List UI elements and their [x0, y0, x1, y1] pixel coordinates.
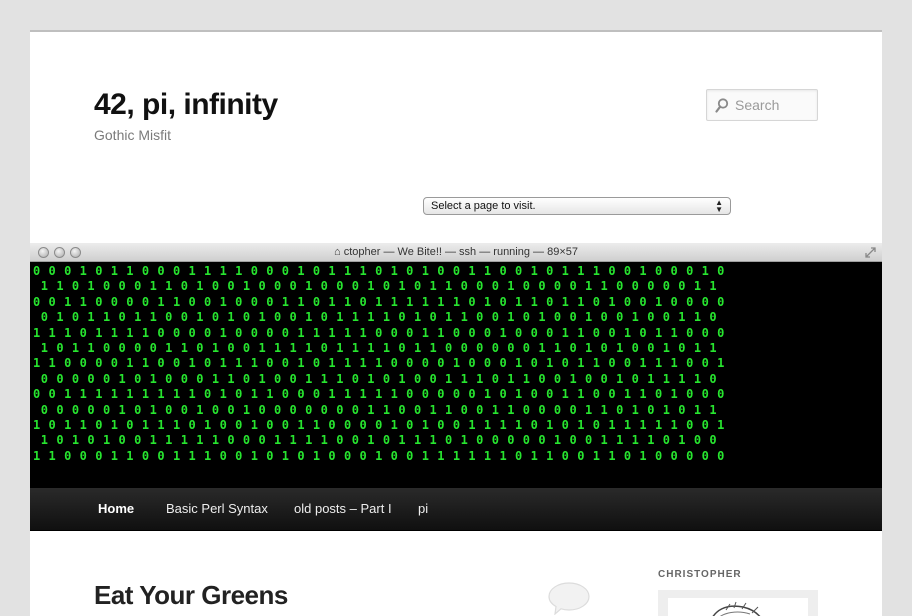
binary-row: 0 0 1 1 0 0 0 0 1 1 0 0 1 0 0 0 1 1 0 1 …	[33, 294, 725, 309]
comment-bubble-icon[interactable]	[547, 581, 591, 615]
select-arrows-icon: ▲ ▼	[715, 198, 723, 214]
binary-row: 0 0 0 0 0 1 0 1 0 0 1 0 0 1 0 0 0 0 0 0 …	[33, 402, 718, 417]
binary-row: 1 1 0 0 0 0 1 1 0 0 1 0 1 1 1 0 0 1 0 1 …	[33, 356, 725, 371]
home-icon: ⌂	[334, 246, 341, 258]
site-title[interactable]: 42, pi, infinity	[94, 88, 278, 122]
binary-row: 1 0 1 1 0 0 0 0 1 1 0 1 0 0 1 1 1 1 0 1 …	[33, 340, 718, 355]
binary-row: 0 0 0 1 0 1 1 0 0 0 1 1 1 1 0 0 0 1 0 1 …	[33, 264, 725, 278]
search-input[interactable]	[735, 96, 813, 114]
header-image[interactable]: ⌂ ctopher — We Bite!! — ssh — running — …	[30, 243, 882, 488]
search-box[interactable]	[706, 89, 818, 121]
binary-row: 0 0 1 1 1 1 1 1 1 1 1 0 1 0 1 1 0 0 0 1 …	[33, 387, 725, 402]
terminal-title: ⌂ ctopher — We Bite!! — ssh — running — …	[30, 246, 882, 258]
sidebar-heading: CHRISTOPHER	[658, 569, 742, 580]
nav-item-basic-perl-syntax[interactable]: Basic Perl Syntax	[166, 501, 268, 516]
nav-item-old-posts[interactable]: old posts – Part I	[294, 501, 392, 516]
site-description: Gothic Misfit	[94, 127, 172, 143]
binary-row: 0 1 0 1 1 0 1 1 0 0 1 0 1 0 1 0 0 1 0 1 …	[33, 310, 718, 325]
binary-row: 0 0 0 0 0 1 0 1 0 0 0 1 1 0 1 0 0 1 1 1 …	[33, 371, 718, 386]
main-navigation: Home Basic Perl Syntax old posts – Part …	[30, 488, 882, 531]
terminal-titlebar: ⌂ ctopher — We Bite!! — ssh — running — …	[30, 243, 882, 262]
search-icon	[715, 98, 729, 113]
sidebar-photo	[658, 590, 818, 616]
page-select-value: Select a page to visit.	[431, 200, 536, 212]
binary-text: 0 0 0 1 0 1 1 0 0 0 1 1 1 1 0 0 0 1 0 1 …	[33, 264, 879, 464]
post-title[interactable]: Eat Your Greens	[94, 580, 288, 611]
sidebar-photo-image	[668, 598, 808, 616]
page: 42, pi, infinity Gothic Misfit Select a …	[30, 30, 882, 616]
sketch-icon	[712, 601, 761, 616]
nav-item-pi[interactable]: pi	[418, 501, 428, 516]
terminal-title-text: ctopher — We Bite!! — ssh — running — 89…	[343, 246, 578, 258]
binary-row: 1 1 0 1 0 0 0 1 1 0 1 0 0 1 0 0 0 1 0 0 …	[33, 279, 718, 294]
binary-row: 1 0 1 1 0 1 0 1 1 1 0 1 0 0 1 0 0 1 1 0 …	[33, 417, 725, 432]
binary-row: 1 1 1 0 1 1 1 1 0 0 0 0 1 0 0 0 0 1 1 1 …	[33, 325, 725, 340]
binary-row: 1 1 0 0 0 1 1 0 0 1 1 1 0 0 1 0 1 0 1 0 …	[33, 448, 725, 463]
resize-icon	[865, 247, 876, 258]
nav-item-home[interactable]: Home	[98, 501, 134, 516]
page-select-dropdown[interactable]: Select a page to visit. ▲ ▼	[423, 197, 731, 215]
binary-row: 1 0 1 0 1 0 0 1 1 1 1 1 0 0 0 1 1 1 1 0 …	[33, 433, 718, 448]
